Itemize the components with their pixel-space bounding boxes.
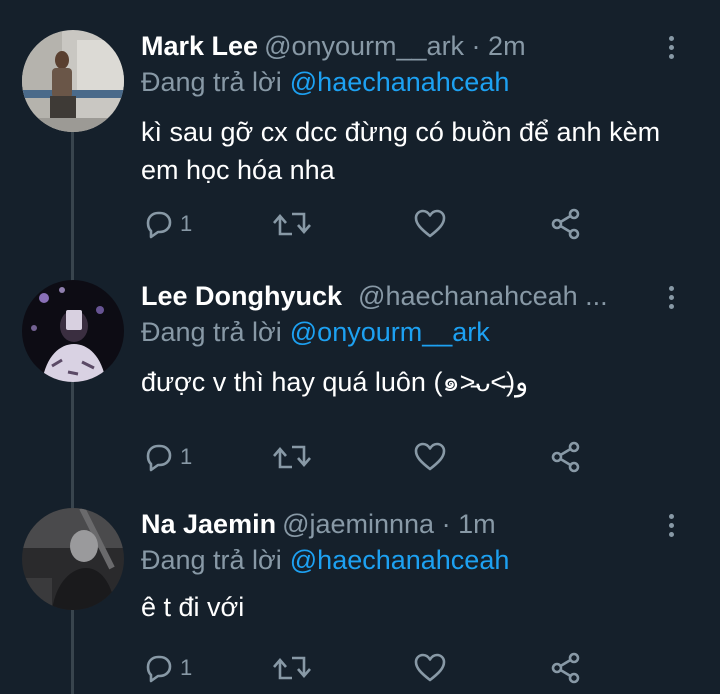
- retweet-icon: [273, 656, 311, 680]
- replying-to: Đang trả lời @haechanahceah: [141, 542, 509, 578]
- replying-to-label: Đang trả lời: [141, 317, 282, 347]
- comment-icon: [146, 444, 172, 472]
- mention-link[interactable]: @onyourm__ark: [290, 317, 490, 347]
- avatar[interactable]: [22, 508, 124, 610]
- reply-button[interactable]: 1: [140, 206, 192, 242]
- tweet-text: kì sau gỡ cx dcc đừng có buồn để anh kèm…: [141, 117, 661, 185]
- share-button[interactable]: [548, 206, 584, 242]
- mention-link[interactable]: @haechanahceah: [290, 545, 510, 575]
- tweet-text: ê t đi với: [141, 592, 245, 622]
- reply-count: 1: [180, 211, 193, 236]
- reply-count: 1: [180, 444, 193, 469]
- tweet-actions: 1: [140, 439, 600, 475]
- tweet[interactable]: Lee Donghyuck @haechanahceah ... Đang trả…: [0, 274, 720, 494]
- handle-and-time: @onyourm__ark · 2m: [264, 31, 526, 61]
- share-icon: [551, 441, 580, 473]
- tweet-header: Lee Donghyuck @haechanahceah ...: [141, 278, 660, 314]
- retweet-button[interactable]: [272, 650, 312, 686]
- replying-to: Đang trả lời @haechanahceah: [141, 64, 509, 100]
- more-vertical-icon[interactable]: [666, 514, 676, 540]
- reply-button[interactable]: 1: [140, 439, 192, 475]
- reply-button[interactable]: 1: [140, 650, 192, 686]
- handle-and-time: @jaeminnna · 1m: [282, 509, 496, 539]
- retweet-icon: [273, 445, 311, 469]
- tweet[interactable]: Mark Lee @onyourm__ark · 2m Đang trả lời @…: [0, 24, 720, 254]
- share-button[interactable]: [548, 650, 584, 686]
- replying-to-label: Đang trả lời: [141, 545, 282, 575]
- like-button[interactable]: [412, 439, 448, 475]
- tweet[interactable]: Na Jaemin @jaeminnna · 1m Đang trả lời @ha…: [0, 502, 720, 694]
- like-button[interactable]: [412, 650, 448, 686]
- comment-icon: [146, 211, 172, 239]
- share-icon: [551, 652, 580, 684]
- retweet-icon: [273, 212, 311, 236]
- display-name[interactable]: Mark Lee: [141, 31, 258, 61]
- avatar[interactable]: [22, 30, 124, 132]
- mention-link[interactable]: @haechanahceah: [290, 67, 510, 97]
- retweet-button[interactable]: [272, 206, 312, 242]
- heart-icon: [414, 653, 446, 682]
- share-icon: [551, 208, 580, 240]
- heart-icon: [414, 209, 446, 238]
- like-button[interactable]: [412, 206, 448, 242]
- display-name[interactable]: Lee Donghyuck: [141, 281, 342, 311]
- tweet-header: Na Jaemin @jaeminnna · 1m: [141, 506, 660, 542]
- display-name[interactable]: Na Jaemin: [141, 509, 276, 539]
- replying-to-label: Đang trả lời: [141, 67, 282, 97]
- tweet-header: Mark Lee @onyourm__ark · 2m: [141, 28, 660, 64]
- more-vertical-icon[interactable]: [666, 286, 676, 312]
- handle-and-time: @haechanahceah ...: [358, 281, 608, 311]
- tweet-actions: 1: [140, 650, 600, 686]
- more-vertical-icon[interactable]: [666, 36, 676, 62]
- avatar[interactable]: [22, 280, 124, 382]
- comment-icon: [146, 655, 172, 683]
- tweet-actions: 1: [140, 206, 600, 242]
- heart-icon: [414, 442, 446, 471]
- retweet-button[interactable]: [272, 439, 312, 475]
- share-button[interactable]: [548, 439, 584, 475]
- tweet-text: được v thì hay quá luôn (๑˃̵ᴗ˂̵)و: [141, 367, 529, 397]
- reply-count: 1: [180, 655, 193, 680]
- replying-to: Đang trả lời @onyourm__ark: [141, 314, 490, 350]
